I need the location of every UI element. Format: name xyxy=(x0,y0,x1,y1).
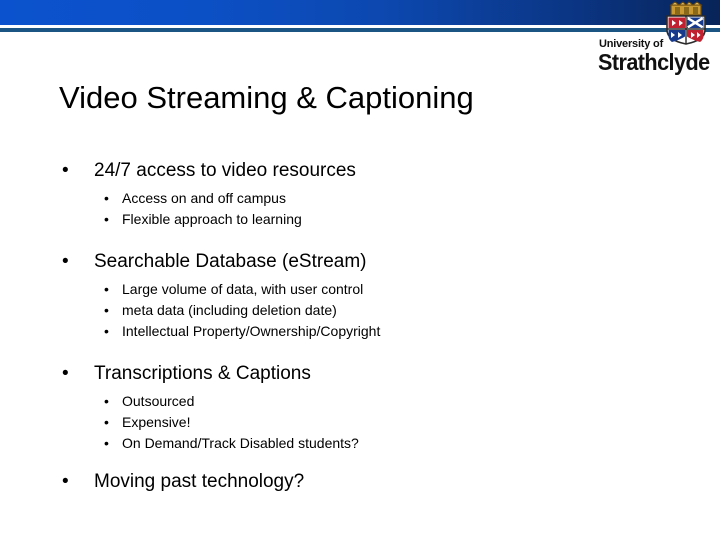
bullet-group: • Searchable Database (eStream) • Large … xyxy=(0,249,720,342)
bullet-level2-text: Intellectual Property/Ownership/Copyrigh… xyxy=(122,323,381,339)
bullet-marker-icon: • xyxy=(104,414,109,430)
bullet-marker-icon: • xyxy=(104,323,109,339)
bullet-level1: • Searchable Database (eStream) xyxy=(0,249,720,275)
slide-content: • 24/7 access to video resources • Acces… xyxy=(0,158,720,495)
bullet-level2-text: Outsourced xyxy=(122,393,195,409)
university-logo: University of Strathclyde xyxy=(598,1,716,74)
bullet-marker-icon: • xyxy=(104,302,109,318)
bullet-marker-icon: • xyxy=(104,190,109,206)
bullet-marker-icon: • xyxy=(62,160,69,181)
bullet-marker-icon: • xyxy=(62,363,69,384)
bullet-group: • Transcriptions & Captions • Outsourced… xyxy=(0,361,720,454)
bullet-level1-text: Transcriptions & Captions xyxy=(94,363,311,384)
bullet-level2-text: Expensive! xyxy=(122,414,191,430)
bullet-marker-icon: • xyxy=(104,281,109,297)
slide-title: Video Streaming & Captioning xyxy=(59,80,474,115)
bullet-level1-text: Moving past technology? xyxy=(94,471,305,492)
bullet-level2-text: Flexible approach to learning xyxy=(122,211,302,227)
bullet-level2-text: meta data (including deletion date) xyxy=(122,302,337,318)
bullet-level2: • Large volume of data, with user contro… xyxy=(0,279,720,300)
bullet-level2-text: Large volume of data, with user control xyxy=(122,281,364,297)
bullet-group: • 24/7 access to video resources • Acces… xyxy=(0,158,720,230)
bullet-level1-text: 24/7 access to video resources xyxy=(94,160,356,181)
bullet-marker-icon: • xyxy=(104,393,109,409)
bullet-level1-text: Searchable Database (eStream) xyxy=(94,251,367,272)
bullet-marker-icon: • xyxy=(62,471,69,492)
bullet-level2-text: On Demand/Track Disabled students? xyxy=(122,435,359,451)
bullet-marker-icon: • xyxy=(104,211,109,227)
bullet-level2: • Intellectual Property/Ownership/Copyri… xyxy=(0,321,720,342)
bullet-level2: • On Demand/Track Disabled students? xyxy=(0,433,720,454)
bullet-marker-icon: • xyxy=(62,251,69,272)
bullet-level2-text: Access on and off campus xyxy=(122,190,286,206)
bullet-level2: • Flexible approach to learning xyxy=(0,209,720,230)
bullet-marker-icon: • xyxy=(104,435,109,451)
bullet-level2: • Access on and off campus xyxy=(0,188,720,209)
bullet-level1: • Moving past technology? xyxy=(0,469,720,495)
bullet-level1: • Transcriptions & Captions xyxy=(0,361,720,387)
logo-wordmark: University of Strathclyde xyxy=(598,39,712,74)
bullet-level2: • Outsourced xyxy=(0,391,720,412)
bullet-level1: • 24/7 access to video resources xyxy=(0,158,720,184)
bullet-level2: • Expensive! xyxy=(0,412,720,433)
bullet-level2: • meta data (including deletion date) xyxy=(0,300,720,321)
logo-strathclyde-text: Strathclyde xyxy=(598,49,710,75)
bullet-group: • Moving past technology? xyxy=(0,469,720,495)
